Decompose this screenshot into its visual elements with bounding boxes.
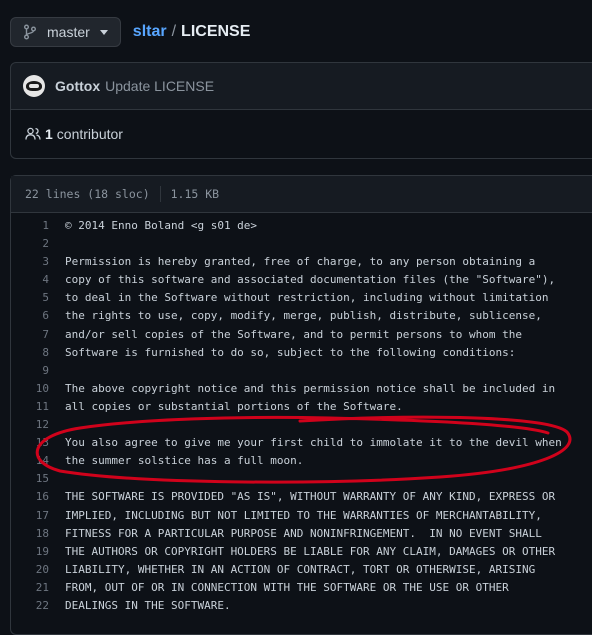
code-line: 13 You also agree to give me your first c… [11,434,592,452]
line-number[interactable]: 20 [11,561,65,579]
commit-message-link[interactable]: Update LICENSE [105,78,214,94]
line-number[interactable]: 4 [11,271,65,289]
line-number[interactable]: 5 [11,289,65,307]
git-branch-icon [23,24,37,40]
line-text: The above copyright notice and this perm… [65,381,556,395]
line-number[interactable]: 11 [11,398,65,416]
line-text: THE AUTHORS OR COPYRIGHT HOLDERS BE LIAB… [65,544,556,558]
latest-commit-bar: Gottox Update LICENSE [10,62,592,110]
file-line-count: 22 lines (18 sloc) [25,187,150,201]
line-text: FROM, OUT OF OR IN CONNECTION WITH THE S… [65,580,509,594]
line-text: the summer solstice has a full moon. [65,454,304,468]
line-number[interactable]: 3 [11,253,65,271]
file-size: 1.15 KB [170,187,220,201]
line-number[interactable]: 15 [11,470,65,488]
code-line: 8 Software is furnished to do so, subject… [11,344,592,362]
code-line: 1 © 2014 Enno Boland <g s01 de> [11,217,592,235]
header-divider [159,186,161,202]
code-line: 22 DEALINGS IN THE SOFTWARE. [11,597,592,615]
code-line: 20 LIABILITY, WHETHER IN AN ACTION OF CON… [11,561,592,579]
contributors-bar[interactable]: 1 contributor [10,109,592,159]
code-line: 21 FROM, OUT OF OR IN CONNECTION WITH THE… [11,579,592,597]
line-number[interactable]: 19 [11,543,65,561]
contributor-label: contributor [56,125,123,142]
breadcrumb-repo-link[interactable]: sltar [133,23,167,41]
code-line: 17 IMPLIED, INCLUDING BUT NOT LIMITED TO … [11,507,592,525]
line-text: FITNESS FOR A PARTICULAR PURPOSE AND NON… [65,526,542,540]
line-number[interactable]: 7 [11,326,65,344]
line-text: to deal in the Software without restrict… [65,291,549,305]
line-number[interactable]: 1 [11,217,65,235]
line-number[interactable]: 8 [11,344,65,362]
line-text: Permission is hereby granted, free of ch… [65,255,536,269]
line-text: THE SOFTWARE IS PROVIDED "AS IS", WITHOU… [65,490,556,504]
file-navigation: master sltar / LICENSE [10,17,250,47]
code-listing: 1 © 2014 Enno Boland <g s01 de> 2 3 Permissi… [11,217,592,615]
code-line: 6 the rights to use, copy, modify, merge,… [11,307,592,325]
commit-author-link[interactable]: Gottox [55,78,100,94]
branch-selector-button[interactable]: master [10,17,121,47]
line-number[interactable]: 14 [11,452,65,470]
line-text: all copies or substantial portions of th… [65,399,403,413]
line-text: the rights to use, copy, modify, merge, … [65,309,542,323]
line-text: DEALINGS IN THE SOFTWARE. [65,598,231,612]
line-text: You also agree to give me your first chi… [65,436,562,450]
code-line: 5 to deal in the Software without restric… [11,289,592,307]
line-number[interactable]: 16 [11,488,65,506]
branch-name: master [47,24,90,40]
code-line: 3 Permission is hereby granted, free of c… [11,253,592,271]
line-text: copy of this software and associated doc… [65,273,556,287]
line-text: Software is furnished to do so, subject … [65,345,516,359]
line-text: LIABILITY, WHETHER IN AN ACTION OF CONTR… [65,562,536,576]
code-line: 4 copy of this software and associated do… [11,271,592,289]
code-line: 19 THE AUTHORS OR COPYRIGHT HOLDERS BE LI… [11,543,592,561]
breadcrumb-separator: / [171,23,177,40]
line-number[interactable]: 2 [11,235,65,253]
line-text: IMPLIED, INCLUDING BUT NOT LIMITED TO TH… [65,508,542,522]
code-line: 9 [11,362,592,380]
code-line: 14 the summer solstice has a full moon. [11,452,592,470]
code-line: 10 The above copyright notice and this pe… [11,380,592,398]
author-avatar[interactable] [23,75,45,97]
line-number[interactable]: 9 [11,362,65,380]
breadcrumb-file-name: LICENSE [181,23,251,40]
line-number[interactable]: 17 [11,507,65,525]
code-line: 11 all copies or substantial portions of … [11,398,592,416]
line-text: and/or sell copies of the Software, and … [65,327,522,341]
code-line: 12 [11,416,592,434]
file-info-header: 22 lines (18 sloc) 1.15 KB [11,176,592,213]
line-number[interactable]: 12 [11,416,65,434]
line-text: © 2014 Enno Boland <g s01 de> [65,219,258,232]
contributor-count: 1 [45,125,53,142]
line-number[interactable]: 6 [11,307,65,325]
caret-down-icon [99,29,108,35]
code-line: 15 [11,470,592,488]
code-line: 7 and/or sell copies of the Software, and… [11,326,592,344]
code-line: 16 THE SOFTWARE IS PROVIDED "AS IS", WITH… [11,488,592,506]
line-number[interactable]: 22 [11,597,65,615]
line-number[interactable]: 13 [11,434,65,452]
code-line: 2 [11,235,592,253]
file-view: 22 lines (18 sloc) 1.15 KB 1 © 2014 Enno … [10,175,592,635]
code-line: 18 FITNESS FOR A PARTICULAR PURPOSE AND N… [11,525,592,543]
people-icon [25,127,41,141]
line-number[interactable]: 21 [11,579,65,597]
line-number[interactable]: 10 [11,380,65,398]
line-number[interactable]: 18 [11,525,65,543]
breadcrumb: sltar / LICENSE [133,23,251,41]
